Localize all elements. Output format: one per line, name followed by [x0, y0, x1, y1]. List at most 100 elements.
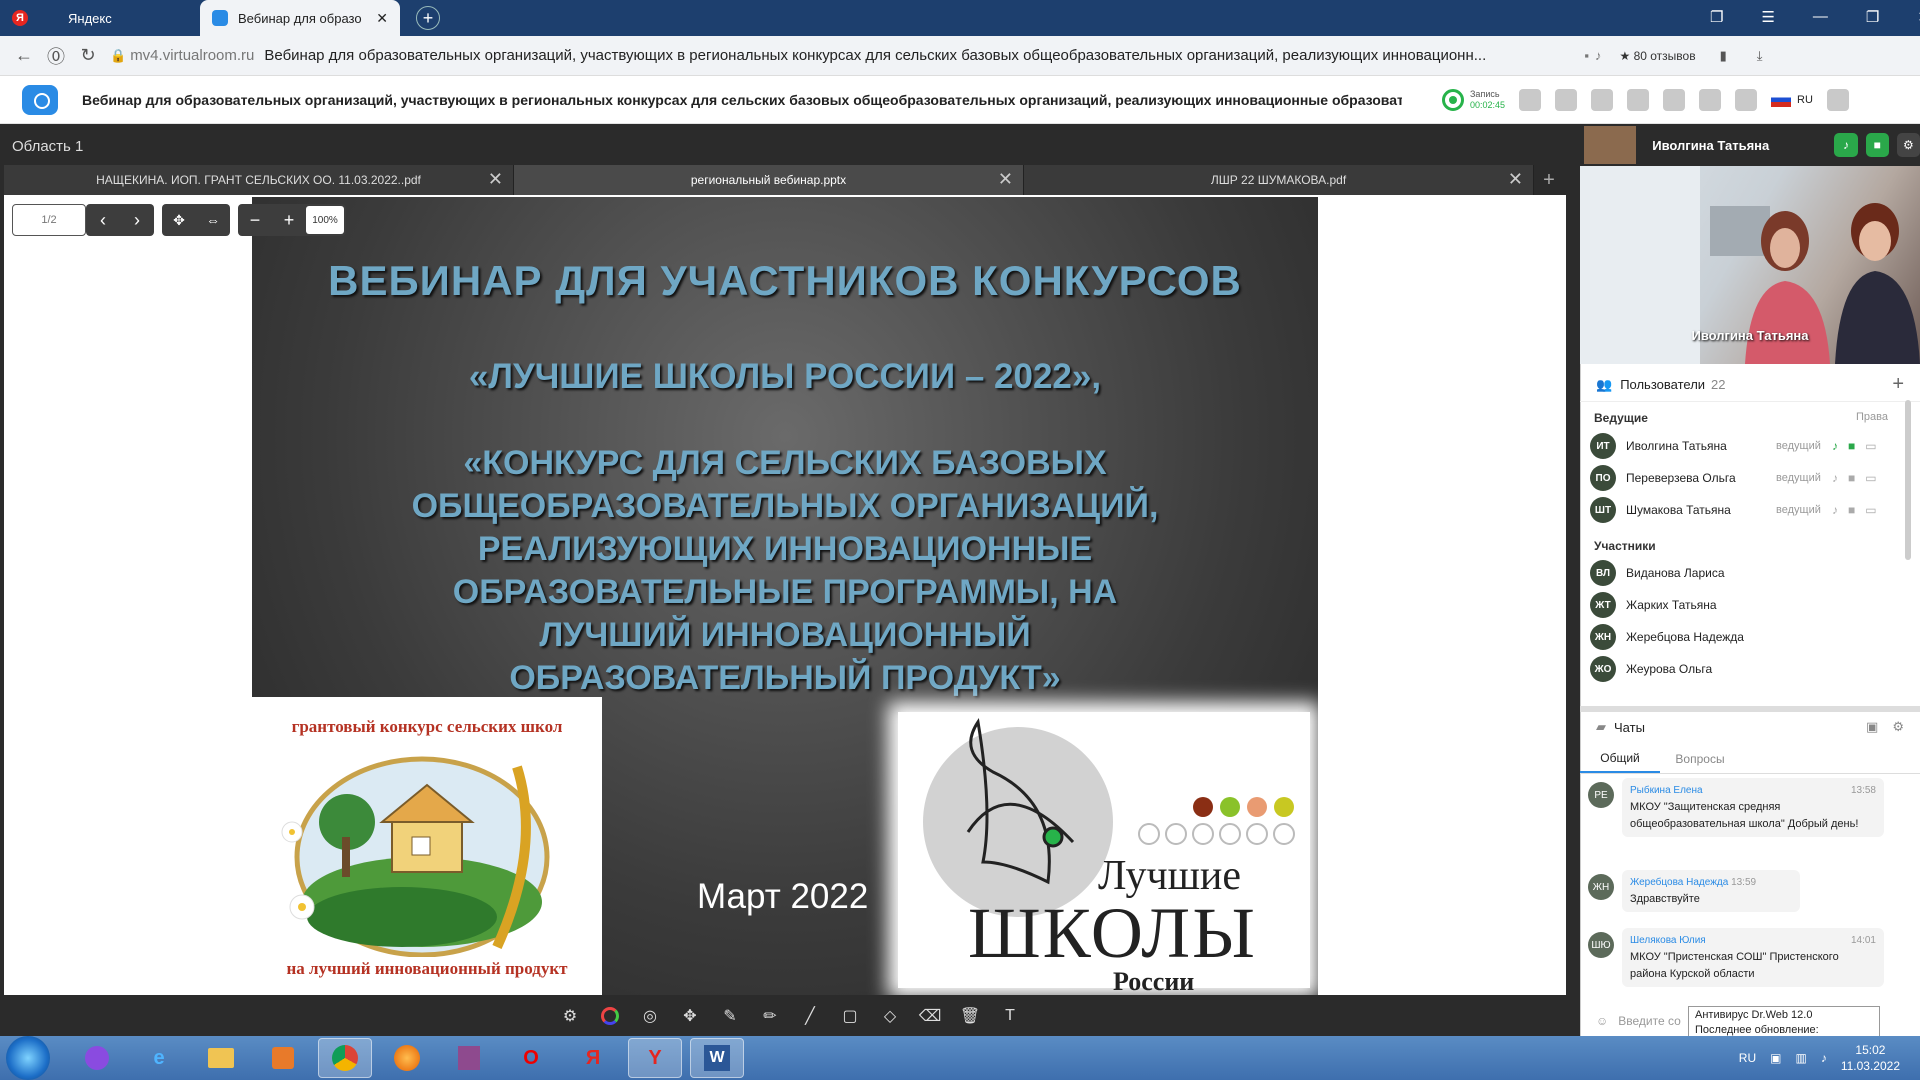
shape-icon[interactable]: ◇: [877, 1003, 903, 1029]
trash-icon[interactable]: 🗑: [957, 1003, 983, 1029]
bookmark-icon[interactable]: ▮: [1720, 48, 1727, 64]
url-host[interactable]: mv4.virtualroom.ru: [130, 47, 254, 64]
doc-tab-1[interactable]: НАЩЕКИНА. ИОП. ГРАНТ СЕЛЬСКИХ ОО. 11.03.…: [4, 165, 514, 195]
word-icon[interactable]: W: [690, 1038, 744, 1078]
info-icon[interactable]: [1699, 88, 1722, 111]
menu-icon[interactable]: ☰: [1761, 8, 1774, 26]
browser-tab-yandex[interactable]: Я Яндекс: [0, 0, 200, 36]
speaker-thumbnail[interactable]: [1584, 126, 1637, 164]
layout-icon[interactable]: [1519, 88, 1542, 111]
microphone-off-icon[interactable]: ♪: [1832, 471, 1838, 485]
new-tab-button[interactable]: +: [416, 6, 440, 30]
zoom-out-button[interactable]: −: [238, 204, 272, 236]
close-icon[interactable]: ✕: [998, 169, 1013, 190]
camera-off-icon[interactable]: ■: [1848, 503, 1855, 517]
screen-share-icon[interactable]: [1555, 88, 1578, 111]
bookmarks-icon[interactable]: ❐: [1710, 8, 1723, 26]
gear-icon[interactable]: ⚙: [1896, 133, 1920, 157]
folder-icon[interactable]: [1627, 88, 1650, 111]
minimize-icon[interactable]: —: [1813, 8, 1828, 26]
host-row[interactable]: ИТ Иволгина Татьяна ведущий ♪ ■ ▭: [1590, 430, 1902, 462]
document-icon[interactable]: [1591, 88, 1614, 111]
close-icon[interactable]: ✕: [488, 169, 503, 190]
doc-tab-2[interactable]: региональный вебинар.pptx ✕: [514, 165, 1024, 195]
tab-questions[interactable]: Вопросы: [1660, 744, 1740, 773]
add-user-button[interactable]: +: [1892, 373, 1904, 396]
host-row[interactable]: ШТ Шумакова Татьяна ведущий ♪ ■ ▭: [1590, 494, 1902, 526]
fit-width-icon[interactable]: ⇔: [196, 204, 230, 236]
screen-icon[interactable]: ▭: [1865, 439, 1876, 453]
host-row[interactable]: ПО Переверзева Ольга ведущий ♪ ■ ▭: [1590, 462, 1902, 494]
opera-icon[interactable]: O: [504, 1038, 558, 1078]
zoom-in-button[interactable]: +: [272, 204, 306, 236]
drweb-icon[interactable]: ▣: [1770, 1051, 1781, 1065]
users-scrollbar[interactable]: [1905, 400, 1911, 560]
ie-icon[interactable]: e: [132, 1038, 186, 1078]
media-player-icon[interactable]: [256, 1038, 310, 1078]
zoom-level[interactable]: 100%: [306, 206, 344, 234]
gear-icon[interactable]: ⚙: [1892, 719, 1904, 735]
participant-row[interactable]: ВЛ Виданова Лариса: [1590, 557, 1902, 589]
chats-header: ▰ Чаты ▣ ⚙: [1580, 706, 1920, 742]
microphone-off-icon[interactable]: ♪: [1832, 503, 1838, 517]
emoji-icon[interactable]: ☺: [1596, 1014, 1608, 1028]
participant-row[interactable]: ЖН Жеребцова Надежда: [1590, 621, 1902, 653]
browser-tab-webinar[interactable]: Вебинар для образо ✕: [200, 0, 400, 36]
gear-icon[interactable]: ⚙: [557, 1003, 583, 1029]
add-document-button[interactable]: +: [1534, 165, 1564, 195]
camera-icon[interactable]: ■: [1848, 439, 1855, 453]
exit-icon[interactable]: [1826, 88, 1849, 111]
text-icon[interactable]: T: [997, 1003, 1023, 1029]
input-language[interactable]: RU: [1739, 1051, 1756, 1065]
pencil-icon[interactable]: ✏: [757, 1003, 783, 1029]
reviews-badge[interactable]: ★ 80 отзывов: [1620, 49, 1696, 63]
firefox-icon[interactable]: [380, 1038, 434, 1078]
page-number-input[interactable]: 1/2: [12, 204, 86, 236]
back-icon[interactable]: ←: [8, 40, 40, 72]
url-title[interactable]: Вебинар для образовательных организаций,…: [264, 47, 1554, 64]
chrome-icon[interactable]: [318, 1038, 372, 1078]
eraser-icon[interactable]: ⌫: [917, 1003, 943, 1029]
close-tab-icon[interactable]: ✕: [376, 10, 388, 27]
microphone-icon[interactable]: ♪: [1832, 439, 1838, 453]
fit-page-icon[interactable]: ✥: [162, 204, 196, 236]
alice-icon[interactable]: [70, 1038, 124, 1078]
close-icon[interactable]: ✕: [1508, 169, 1523, 190]
participant-row[interactable]: ЖО Жеурова Ольга: [1590, 653, 1902, 685]
next-page-button[interactable]: ›: [120, 204, 154, 236]
yandex-browser-icon[interactable]: Я: [566, 1038, 620, 1078]
camera-icon[interactable]: ■: [1865, 133, 1889, 157]
volume-icon[interactable]: ♪: [1821, 1051, 1827, 1065]
yandex-icon[interactable]: Y: [628, 1038, 682, 1078]
prev-page-button[interactable]: ‹: [86, 204, 120, 236]
rectangle-icon[interactable]: ▢: [837, 1003, 863, 1029]
network-icon[interactable]: ▥: [1795, 1051, 1806, 1065]
start-button[interactable]: [6, 1036, 50, 1080]
explorer-icon[interactable]: [194, 1038, 248, 1078]
line-icon[interactable]: ╱: [797, 1003, 823, 1029]
camera-icon[interactable]: ▪: [1584, 48, 1589, 63]
microphone-icon[interactable]: ♪: [1834, 133, 1858, 157]
language-selector[interactable]: RU: [1771, 92, 1813, 107]
reload-icon[interactable]: ↻: [72, 40, 104, 72]
settings-icon[interactable]: [1735, 88, 1758, 111]
screen-icon[interactable]: ▭: [1865, 471, 1876, 485]
clock[interactable]: 15:02 11.03.2022: [1841, 1042, 1900, 1074]
participant-row[interactable]: ЖТ Жарких Татьяна: [1590, 589, 1902, 621]
chat-export-icon[interactable]: ▣: [1866, 719, 1878, 735]
brush-icon[interactable]: ✎: [717, 1003, 743, 1029]
winrar-icon[interactable]: [442, 1038, 496, 1078]
camera-off-icon[interactable]: ■: [1848, 471, 1855, 485]
restore-icon[interactable]: ❐: [1866, 8, 1879, 26]
color-picker-icon[interactable]: [597, 1003, 623, 1029]
tab-general[interactable]: Общий: [1580, 744, 1660, 773]
doc-tab-3[interactable]: ЛШР 22 ШУМАКОВА.pdf ✕: [1024, 165, 1534, 195]
move-icon[interactable]: ✥: [677, 1003, 703, 1029]
users-icon[interactable]: [1663, 88, 1686, 111]
pointer-icon[interactable]: ◎: [637, 1003, 663, 1029]
mic-icon[interactable]: ♪: [1595, 48, 1602, 63]
screen-icon[interactable]: ▭: [1865, 503, 1876, 517]
record-status[interactable]: Запись 00:02:45: [1442, 88, 1505, 111]
yandex-home-icon[interactable]: ⓪: [40, 40, 72, 72]
download-icon[interactable]: ⤓: [1757, 48, 1763, 64]
